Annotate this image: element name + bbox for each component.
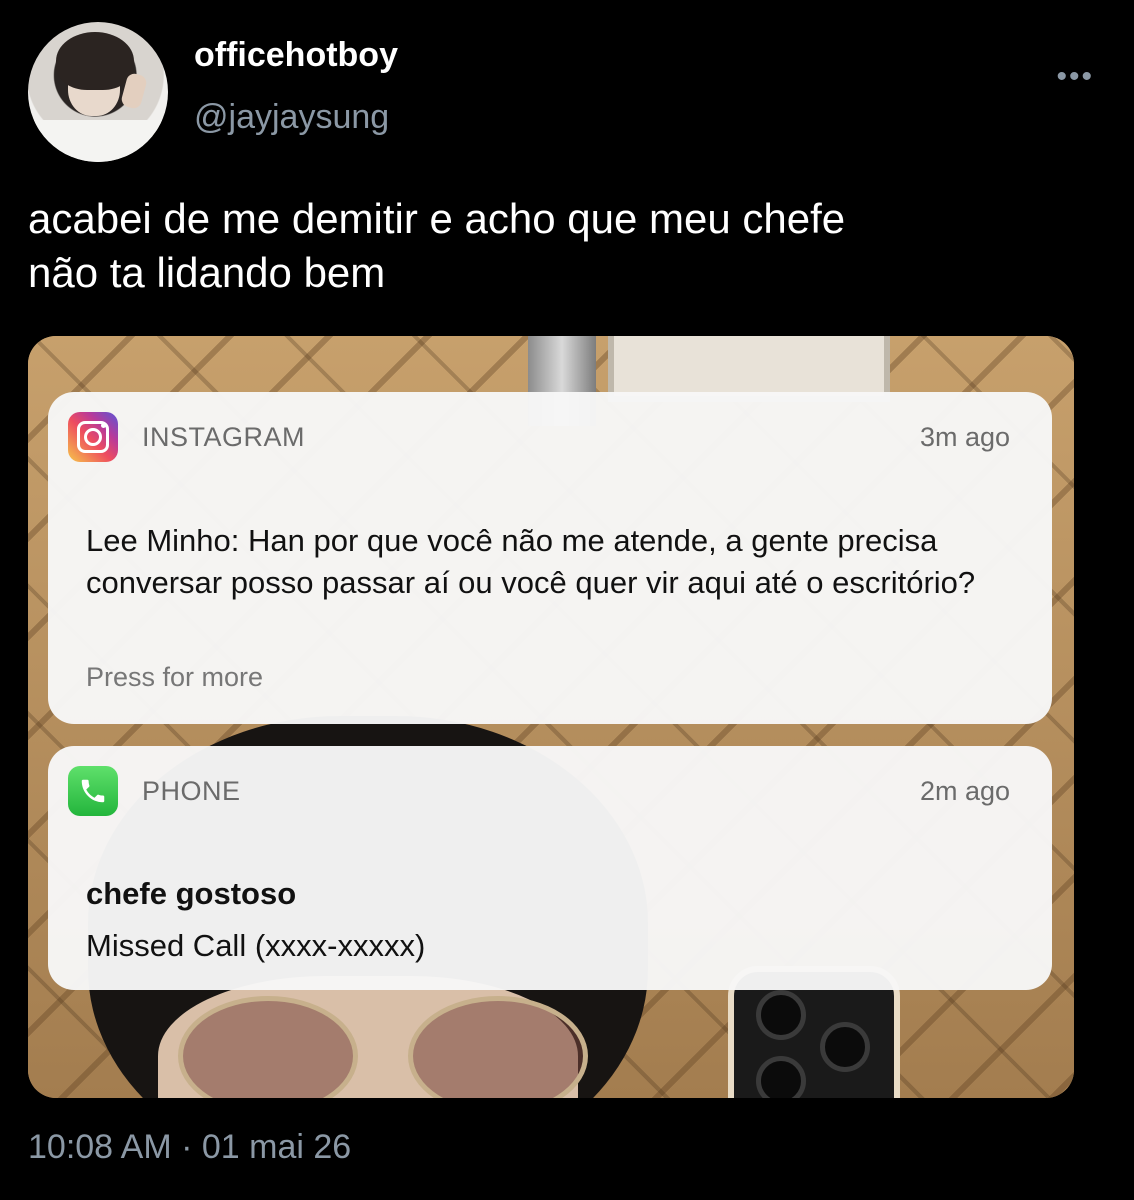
phone-camera-lens bbox=[820, 1022, 870, 1072]
tweet-timestamp[interactable]: 10:08 AM · 01 mai 26 bbox=[28, 1128, 351, 1167]
more-options-icon[interactable]: ••• bbox=[1056, 60, 1094, 94]
tweet-text-line-2: não ta lidando bem bbox=[28, 249, 386, 296]
missed-call-text: Missed Call (xxxx-xxxxx) bbox=[86, 928, 426, 963]
press-for-more-hint: Press for more bbox=[86, 662, 264, 692]
notification-app-name: INSTAGRAM bbox=[142, 422, 306, 452]
phone-notification[interactable]: PHONE 2m ago chefe gostoso Missed Call (… bbox=[48, 746, 1052, 990]
instagram-notification[interactable]: INSTAGRAM 3m ago Lee Minho: Han por que … bbox=[48, 392, 1052, 724]
glasses-left-lens bbox=[178, 996, 358, 1098]
glasses-right-lens bbox=[408, 996, 588, 1098]
media-glasses bbox=[158, 996, 588, 1098]
tweet-text: acabei de me demitir e acho que meu chef… bbox=[28, 192, 1088, 300]
display-name[interactable]: officehotboy bbox=[194, 36, 398, 75]
notification-time: 2m ago bbox=[919, 776, 1010, 806]
profile-avatar[interactable] bbox=[28, 22, 168, 162]
phone-icon bbox=[68, 766, 118, 816]
notification-message: Lee Minho: Han por que você não me atend… bbox=[86, 523, 976, 600]
avatar-shirt bbox=[28, 120, 168, 162]
tweet-text-line-1: acabei de me demitir e acho que meu chef… bbox=[28, 195, 846, 242]
tweet-media-image[interactable]: INSTAGRAM 3m ago Lee Minho: Han por que … bbox=[28, 336, 1074, 1098]
phone-camera-lens bbox=[756, 1056, 806, 1098]
avatar-hair bbox=[56, 32, 134, 90]
caller-name: chefe gostoso bbox=[86, 876, 297, 911]
user-handle[interactable]: @jayjaysung bbox=[194, 98, 389, 137]
notification-app-name: PHONE bbox=[142, 776, 241, 806]
notification-time: 3m ago bbox=[919, 422, 1010, 452]
instagram-icon bbox=[68, 412, 118, 462]
phone-camera-lens bbox=[756, 990, 806, 1040]
